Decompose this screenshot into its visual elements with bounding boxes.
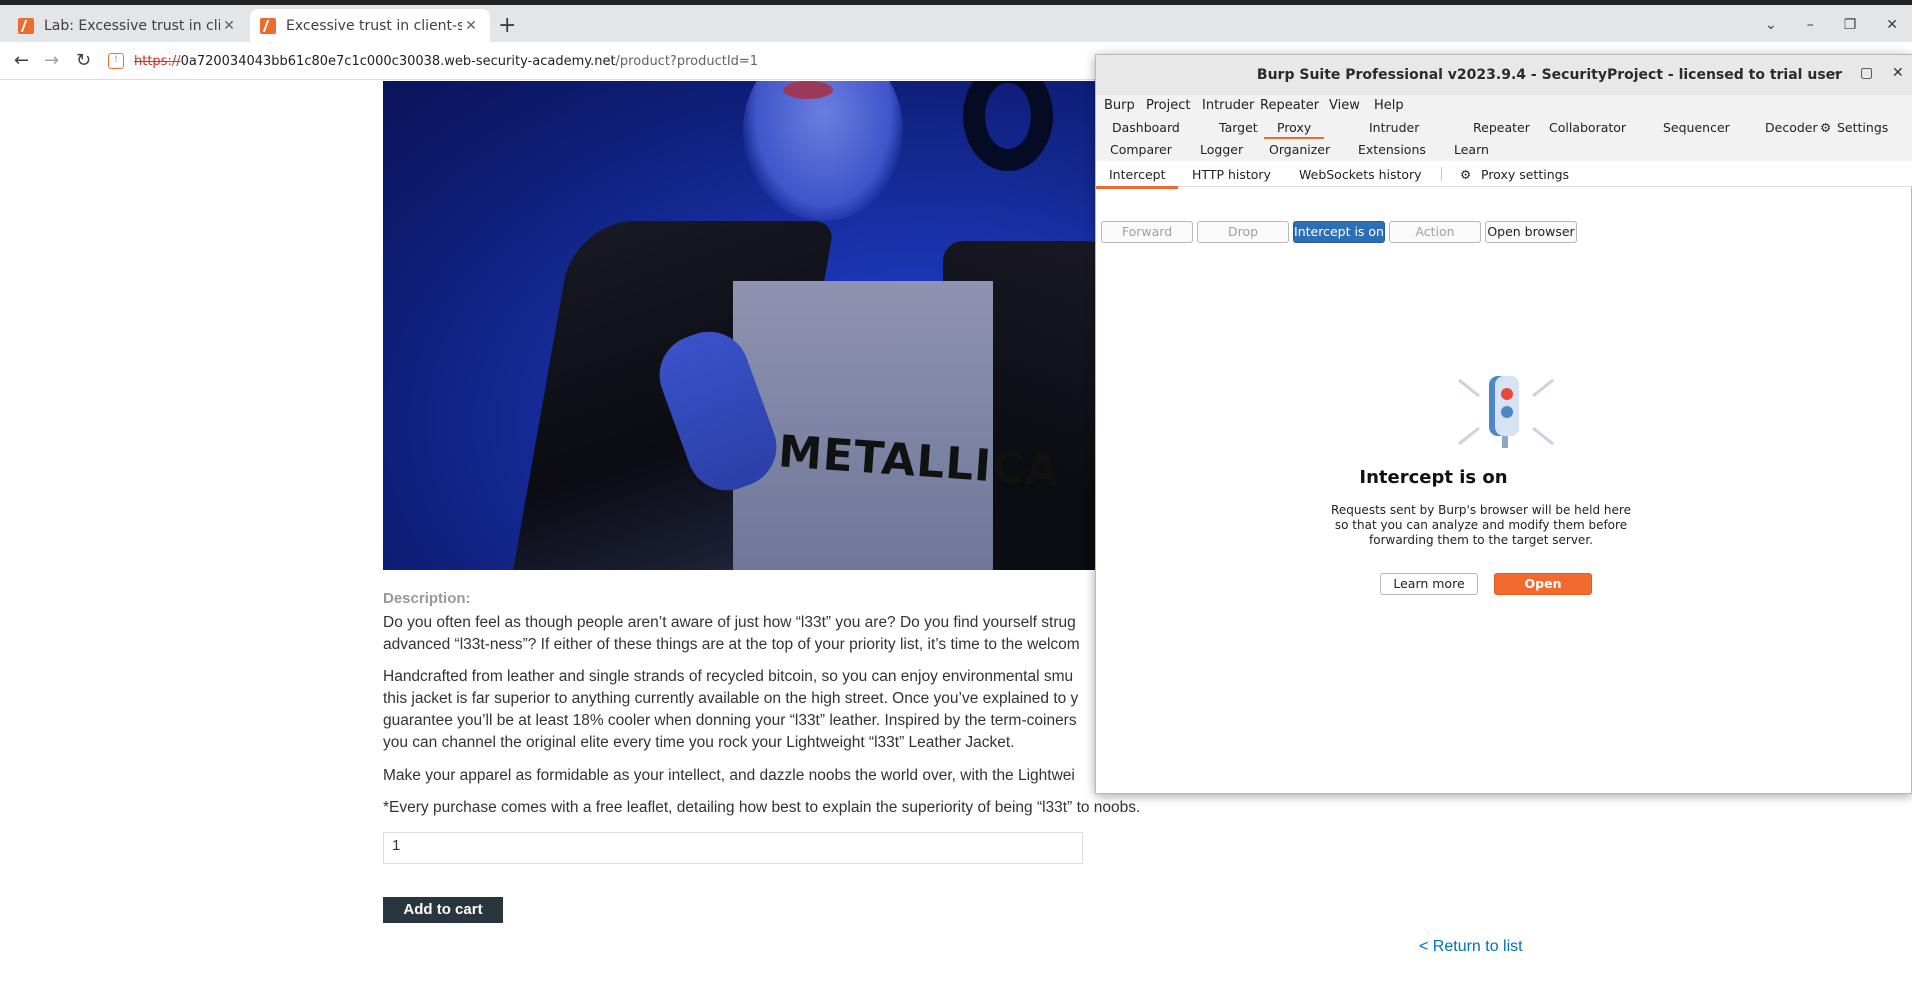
action-button[interactable]: Action <box>1389 221 1481 243</box>
burp-window-title: Burp Suite Professional v2023.9.4 - Secu… <box>1256 67 1843 83</box>
image-headphone <box>963 81 1053 171</box>
subtab-intercept[interactable]: Intercept <box>1096 167 1179 189</box>
tab-organizer[interactable]: Organizer <box>1269 142 1330 157</box>
subtab-separator <box>1441 167 1442 181</box>
subtab-http-history[interactable]: HTTP history <box>1192 167 1271 182</box>
burp-main-tabs-row2: Comparer Logger Organizer Extensions Lea… <box>1096 139 1912 161</box>
add-to-cart-button[interactable]: Add to cart <box>383 897 503 923</box>
portswigger-favicon-icon <box>260 17 276 34</box>
tab-list-icon[interactable]: ⌄ <box>1765 17 1777 33</box>
image-lips <box>783 81 833 99</box>
minimize-icon[interactable]: – <box>1807 17 1814 33</box>
burp-title-bar[interactable]: Burp Suite Professional v2023.9.4 - Secu… <box>1096 55 1912 95</box>
browser-window-controls: ⌄ – ❐ ✕ <box>1765 17 1898 33</box>
tab-dashboard[interactable]: Dashboard <box>1112 120 1180 135</box>
drop-button[interactable]: Drop <box>1197 221 1289 243</box>
menu-project[interactable]: Project <box>1146 98 1190 113</box>
tab-learn[interactable]: Learn <box>1454 142 1489 157</box>
tab-repeater[interactable]: Repeater <box>1473 120 1530 135</box>
burp-menu-bar: Burp Project Intruder Repeater View Help <box>1096 95 1912 117</box>
return-to-list-link[interactable]: < Return to list <box>1419 938 1523 956</box>
menu-help[interactable]: Help <box>1374 98 1404 113</box>
quantity-input[interactable]: 1 <box>383 832 1083 864</box>
tab-comparer[interactable]: Comparer <box>1110 142 1172 157</box>
close-icon[interactable]: ✕ <box>1892 65 1904 81</box>
subtab-proxy-settings[interactable]: Proxy settings <box>1481 167 1569 182</box>
intercept-description: Requests sent by Burp's browser will be … <box>1331 503 1631 547</box>
browser-tab-strip: Lab: Excessive trust in clie ✕ Excessive… <box>0 5 1912 42</box>
reload-icon[interactable]: ↻ <box>76 51 91 71</box>
settings-icon[interactable]: ⚙ <box>1820 120 1831 135</box>
tab-title: Lab: Excessive trust in clie <box>44 17 220 34</box>
url-path: /product?productId=1 <box>615 53 759 69</box>
tab-sequencer[interactable]: Sequencer <box>1663 120 1730 135</box>
image-shirt <box>733 281 993 570</box>
maximize-icon[interactable]: ▢ <box>1860 65 1873 81</box>
product-image: METALLICA <box>383 81 1103 570</box>
menu-view[interactable]: View <box>1329 98 1360 113</box>
traffic-light-icon <box>1451 372 1561 452</box>
address-bar[interactable]: ! https:// 0a720034043bb61c80e7c1c000c30… <box>108 47 1108 75</box>
back-icon[interactable]: ← <box>14 51 29 71</box>
forward-button[interactable]: Forward <box>1101 221 1193 243</box>
tab-target[interactable]: Target <box>1219 120 1258 135</box>
open-browser-button[interactable]: Open browser <box>1485 221 1577 243</box>
minimize-icon[interactable]: – <box>1832 65 1839 81</box>
restore-icon[interactable]: ❐ <box>1844 17 1857 33</box>
browser-tab-lab[interactable]: Lab: Excessive trust in clie ✕ <box>8 9 248 42</box>
intercept-heading: Intercept is on <box>1359 467 1508 488</box>
url-scheme: https:// <box>134 53 181 69</box>
tab-collaborator[interactable]: Collaborator <box>1549 120 1626 135</box>
subtab-websockets-history[interactable]: WebSockets history <box>1299 167 1422 182</box>
burp-suite-window: Burp Suite Professional v2023.9.4 - Secu… <box>1095 54 1912 794</box>
tab-proxy[interactable]: Proxy <box>1264 120 1325 140</box>
tab-extensions[interactable]: Extensions <box>1358 142 1426 157</box>
tab-title: Excessive trust in client-si <box>286 17 462 34</box>
new-tab-button[interactable]: + <box>498 14 516 38</box>
tab-settings[interactable]: Settings <box>1837 120 1888 135</box>
open-browser-primary-button[interactable]: Open browser <box>1494 573 1592 611</box>
tab-close-icon[interactable]: ✕ <box>220 18 238 34</box>
forward-icon[interactable]: → <box>44 51 59 71</box>
burp-main-tabs-row1: Dashboard Target Proxy Intruder Repeater… <box>1096 117 1912 140</box>
learn-more-button[interactable]: Learn more <box>1380 573 1478 595</box>
description-label: Description: <box>383 590 471 607</box>
proxy-subtabs: Intercept HTTP history WebSockets histor… <box>1096 161 1912 189</box>
settings-icon[interactable]: ⚙ <box>1460 167 1471 182</box>
menu-repeater[interactable]: Repeater <box>1260 98 1319 113</box>
description-footnote: *Every purchase comes with a free leafle… <box>383 799 1141 816</box>
browser-tab-product[interactable]: Excessive trust in client-si ✕ <box>250 9 490 42</box>
portswigger-favicon-icon <box>18 17 34 34</box>
close-icon[interactable]: ✕ <box>1886 17 1898 33</box>
url-host: 0a720034043bb61c80e7c1c000c30038.web-sec… <box>180 53 616 69</box>
tab-close-icon[interactable]: ✕ <box>462 18 480 34</box>
tab-intruder[interactable]: Intruder <box>1369 120 1419 135</box>
intercept-toggle-button[interactable]: Intercept is on <box>1293 221 1385 243</box>
menu-burp[interactable]: Burp <box>1104 98 1135 113</box>
site-icon[interactable]: ! <box>108 53 124 69</box>
image-face <box>743 81 903 221</box>
tab-decoder[interactable]: Decoder <box>1765 120 1818 135</box>
menu-intruder[interactable]: Intruder <box>1202 98 1254 113</box>
tab-logger[interactable]: Logger <box>1200 142 1243 157</box>
